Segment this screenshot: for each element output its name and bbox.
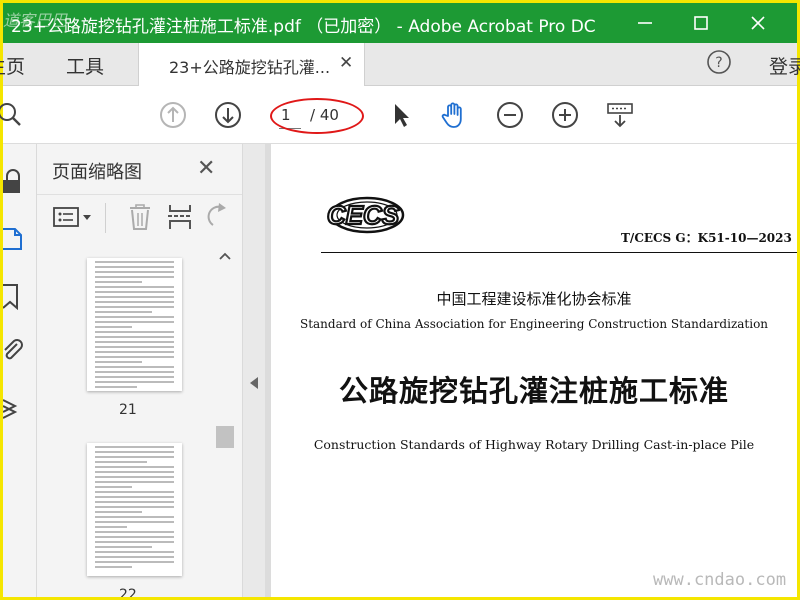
extract-pages-icon[interactable] (167, 203, 193, 231)
tab-document[interactable]: 23+公路旋挖钻孔灌... ✕ (138, 43, 365, 86)
panel-title: 页面缩略图 (52, 162, 142, 183)
tab-bar: 主页 工具 23+公路旋挖钻孔灌... ✕ ? 登录 (0, 43, 800, 86)
toolbar: 1 / 40 (0, 86, 797, 144)
page-down-icon[interactable] (213, 100, 243, 130)
red-annotation-oval (270, 98, 364, 134)
tool-divider (105, 203, 106, 233)
zoom-in-icon[interactable] (550, 100, 580, 130)
thumbnail-scrollbar[interactable] (216, 248, 234, 597)
standard-number: T/CECS G：K51-10—2023 (621, 231, 792, 245)
thumbnail-label: 22 (119, 587, 137, 597)
help-icon[interactable]: ? (706, 49, 732, 75)
document-view: CECS T/CECS G：K51-10—2023 中国工程建设标准化协会标准 … (265, 144, 797, 597)
header-rule (321, 252, 797, 253)
document-title-cn: 公路旋挖钻孔灌注桩施工标准 (338, 374, 729, 408)
close-tab-icon[interactable]: ✕ (339, 53, 353, 73)
zoom-out-icon[interactable] (495, 100, 525, 130)
thumbnail-page-21[interactable] (87, 258, 182, 391)
svg-text:?: ? (715, 55, 722, 71)
page-number-box[interactable]: 1 / 40 (270, 98, 364, 134)
pages-icon[interactable] (3, 224, 25, 252)
page-up-icon[interactable] (158, 100, 188, 130)
attachment-icon[interactable] (3, 336, 25, 364)
pdf-page: CECS T/CECS G：K51-10—2023 中国工程建设标准化协会标准 … (271, 144, 797, 597)
thumbnail-label: 21 (119, 402, 137, 418)
page-thumbnails-panel: 页面缩略图 ✕ 21 22 (37, 144, 243, 597)
organization-en: Standard of China Association for Engine… (299, 317, 769, 331)
logo-watermark: 道客巴巴 (3, 11, 68, 30)
minimize-icon[interactable] (633, 11, 657, 35)
left-rail (3, 144, 37, 597)
layers-icon[interactable] (3, 394, 25, 422)
window-title: 23+公路旋挖钻孔灌注桩施工标准.pdf （已加密） - Adobe Acrob… (11, 17, 596, 37)
cecs-logo: CECS (326, 196, 405, 234)
tab-tools[interactable]: 工具 (66, 52, 104, 79)
thumbnail-list: 21 22 (37, 240, 242, 597)
delete-icon[interactable] (127, 203, 153, 231)
maximize-icon[interactable] (689, 11, 713, 35)
collapse-arrow-icon[interactable] (250, 377, 258, 389)
tab-document-label: 23+公路旋挖钻孔灌... (169, 58, 331, 77)
svg-text:CECS: CECS (327, 200, 400, 230)
bookmark-icon[interactable] (3, 282, 25, 310)
document-title-en: Construction Standards of Highway Rotary… (313, 437, 755, 452)
select-arrow-icon[interactable] (386, 100, 416, 130)
hand-icon[interactable] (439, 100, 469, 130)
scroll-up-icon[interactable] (219, 251, 231, 261)
options-menu-icon[interactable] (52, 205, 96, 229)
panel-collapse-strip[interactable] (243, 144, 265, 597)
organization-cn: 中国工程建设标准化协会标准 (436, 290, 632, 308)
tab-home[interactable]: 主页 (0, 52, 25, 79)
search-icon[interactable] (0, 100, 25, 130)
panel-close-icon[interactable]: ✕ (197, 156, 215, 181)
lock-icon[interactable] (3, 168, 25, 196)
rotate-icon[interactable] (205, 203, 229, 231)
title-bar: 23+公路旋挖钻孔灌注桩施工标准.pdf （已加密） - Adobe Acrob… (3, 3, 797, 43)
keyboard-icon[interactable] (605, 100, 635, 130)
site-watermark: www.cndao.com (653, 570, 787, 590)
close-window-icon[interactable] (746, 11, 770, 35)
panel-toolbar (37, 194, 242, 241)
thumbnail-page-22[interactable] (87, 443, 182, 576)
scrollbar-thumb[interactable] (216, 426, 234, 448)
login-link[interactable]: 登录 (769, 52, 800, 79)
